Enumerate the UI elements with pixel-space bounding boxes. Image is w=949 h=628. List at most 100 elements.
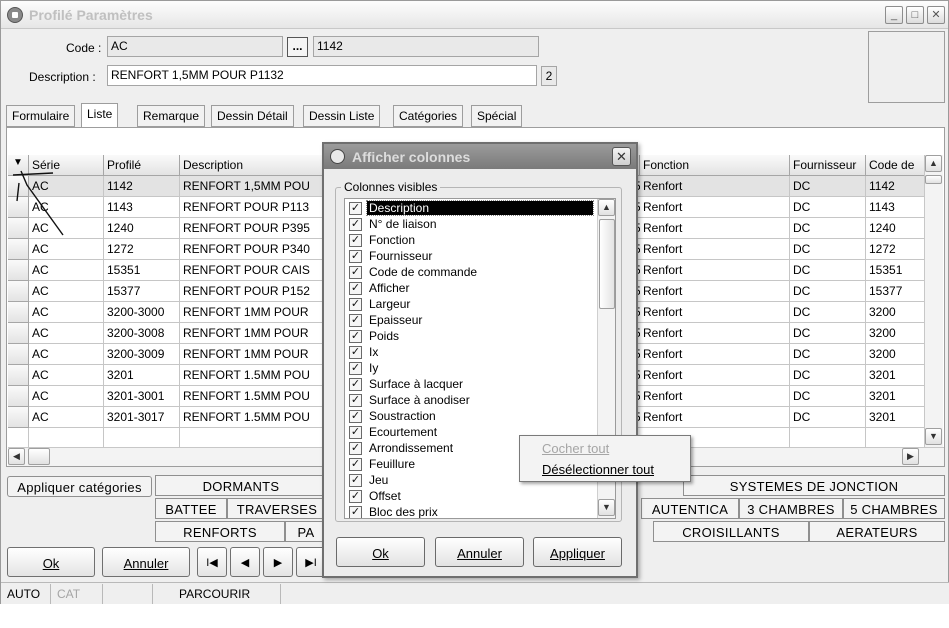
checkbox-icon[interactable]: ✓ bbox=[349, 330, 362, 343]
row-indicator[interactable] bbox=[8, 281, 29, 302]
tab-liste[interactable]: Liste bbox=[81, 103, 119, 128]
grid-cell-fournisseur[interactable]: DC bbox=[790, 365, 866, 386]
scroll-left-icon[interactable]: ◀ bbox=[8, 448, 25, 465]
scroll-right-icon[interactable]: ▶ bbox=[902, 448, 919, 465]
grid-empty-cell[interactable] bbox=[790, 428, 866, 447]
first-record-button[interactable]: I◀ bbox=[197, 547, 227, 577]
category-traverses[interactable]: TRAVERSES bbox=[227, 498, 327, 519]
close-button[interactable]: ✕ bbox=[927, 6, 945, 24]
grid-cell-profile[interactable]: 1142 bbox=[104, 176, 180, 197]
grid-cell-profile[interactable]: 3200-3009 bbox=[104, 344, 180, 365]
grid-cell-description[interactable]: RENFORT 1MM POUR bbox=[180, 302, 330, 323]
description-field[interactable]: RENFORT 1,5MM POUR P1132 bbox=[107, 65, 537, 86]
cancel-button[interactable]: Annuler bbox=[102, 547, 190, 577]
category-dormants[interactable]: DORMANTS bbox=[155, 475, 327, 496]
category-3-chambres[interactable]: 3 CHAMBRES bbox=[739, 498, 843, 519]
grid-empty-cell[interactable] bbox=[866, 428, 926, 447]
column-header-profile[interactable]: Profilé bbox=[104, 155, 180, 176]
scroll-up-icon[interactable]: ▲ bbox=[925, 155, 942, 172]
checkbox-icon[interactable]: ✓ bbox=[349, 282, 362, 295]
category-5-chambres[interactable]: 5 CHAMBRES bbox=[843, 498, 945, 519]
column-option[interactable]: ✓ Fournisseur bbox=[347, 249, 597, 265]
grid-cell-fournisseur[interactable]: DC bbox=[790, 260, 866, 281]
grid-cell-profile[interactable]: 3200-3000 bbox=[104, 302, 180, 323]
grid-cell-description[interactable]: RENFORT 1MM POUR bbox=[180, 344, 330, 365]
grid-cell-fonction[interactable]: Renfort bbox=[640, 260, 790, 281]
column-option[interactable]: ✓ Description bbox=[347, 200, 597, 217]
checkbox-icon[interactable]: ✓ bbox=[349, 426, 362, 439]
grid-cell-description[interactable]: RENFORT 1.5MM POU bbox=[180, 365, 330, 386]
column-option[interactable]: ✓ Fonction bbox=[347, 233, 597, 249]
tab-dessin-detail[interactable]: Dessin Détail bbox=[211, 105, 294, 127]
grid-cell-code[interactable]: 3200 bbox=[866, 302, 926, 323]
columns-scroll-down-icon[interactable]: ▼ bbox=[598, 499, 615, 516]
tab-special[interactable]: Spécial bbox=[471, 105, 523, 127]
grid-cell-fournisseur[interactable]: DC bbox=[790, 386, 866, 407]
column-option[interactable]: ✓ Afficher bbox=[347, 281, 597, 297]
checkbox-icon[interactable]: ✓ bbox=[349, 314, 362, 327]
grid-cell-serie[interactable]: AC bbox=[29, 344, 104, 365]
next-record-button[interactable]: ▶ bbox=[263, 547, 293, 577]
checkbox-icon[interactable]: ✓ bbox=[349, 410, 362, 423]
grid-cell-profile[interactable]: 3201-3001 bbox=[104, 386, 180, 407]
grid-cell-description[interactable]: RENFORT 1.5MM POU bbox=[180, 407, 330, 428]
checkbox-icon[interactable]: ✓ bbox=[349, 266, 362, 279]
grid-cell-profile[interactable]: 3201-3017 bbox=[104, 407, 180, 428]
code-secondary-field[interactable]: 1142 bbox=[313, 36, 539, 57]
row-indicator[interactable] bbox=[8, 407, 29, 428]
column-option[interactable]: ✓ Iy bbox=[347, 361, 597, 377]
grid-cell-fournisseur[interactable]: DC bbox=[790, 407, 866, 428]
grid-cell-code[interactable]: 1142 bbox=[866, 176, 926, 197]
grid-cell-profile[interactable]: 1240 bbox=[104, 218, 180, 239]
column-option[interactable]: ✓ Poids bbox=[347, 329, 597, 345]
grid-cell-profile[interactable]: 15377 bbox=[104, 281, 180, 302]
tab-formulaire[interactable]: Formulaire bbox=[6, 105, 76, 127]
tab-dessin-liste[interactable]: Dessin Liste bbox=[303, 105, 381, 127]
checkbox-icon[interactable]: ✓ bbox=[349, 378, 362, 391]
grid-cell-description[interactable]: RENFORT POUR P340 bbox=[180, 239, 330, 260]
tab-categories[interactable]: Catégories bbox=[393, 105, 464, 127]
grid-cell-code[interactable]: 1240 bbox=[866, 218, 926, 239]
grid-cell-profile[interactable]: 1143 bbox=[104, 197, 180, 218]
grid-cell-serie[interactable]: AC bbox=[29, 239, 104, 260]
grid-cell-serie[interactable]: AC bbox=[29, 365, 104, 386]
dialog-apply-button[interactable]: Appliquer bbox=[533, 537, 622, 567]
previous-record-button[interactable]: ◀ bbox=[230, 547, 260, 577]
scroll-down-icon[interactable]: ▼ bbox=[925, 428, 942, 445]
column-option[interactable]: ✓ Code de commande bbox=[347, 265, 597, 281]
grid-cell-code[interactable]: 3201 bbox=[866, 365, 926, 386]
ok-button[interactable]: Ok bbox=[7, 547, 95, 577]
dialog-ok-button[interactable]: Ok bbox=[336, 537, 425, 567]
row-indicator[interactable] bbox=[8, 260, 29, 281]
grid-cell-fournisseur[interactable]: DC bbox=[790, 218, 866, 239]
grid-empty-cell[interactable] bbox=[8, 428, 29, 447]
checkbox-icon[interactable]: ✓ bbox=[349, 346, 362, 359]
grid-cell-serie[interactable]: AC bbox=[29, 260, 104, 281]
grid-cell-fonction[interactable]: Renfort bbox=[640, 407, 790, 428]
column-option[interactable]: ✓ Ix bbox=[347, 345, 597, 361]
apply-categories-button[interactable]: Appliquer catégories bbox=[7, 476, 152, 497]
grid-cell-serie[interactable]: AC bbox=[29, 323, 104, 344]
menu-item-check-all[interactable]: Cocher tout bbox=[523, 438, 687, 458]
checkbox-icon[interactable]: ✓ bbox=[349, 298, 362, 311]
grid-cell-description[interactable]: RENFORT 1,5MM POU bbox=[180, 176, 330, 197]
grid-cell-code[interactable]: 3200 bbox=[866, 323, 926, 344]
column-option[interactable]: ✓ Surface à lacquer bbox=[347, 377, 597, 393]
grid-cell-fournisseur[interactable]: DC bbox=[790, 176, 866, 197]
grid-cell-fonction[interactable]: Renfort bbox=[640, 281, 790, 302]
code-field[interactable]: AC bbox=[107, 36, 283, 57]
grid-cell-profile[interactable]: 1272 bbox=[104, 239, 180, 260]
grid-cell-fournisseur[interactable]: DC bbox=[790, 197, 866, 218]
grid-empty-cell[interactable] bbox=[104, 428, 180, 447]
checkbox-icon[interactable]: ✓ bbox=[349, 362, 362, 375]
horizontal-scroll-thumb[interactable] bbox=[28, 448, 50, 465]
grid-cell-fournisseur[interactable]: DC bbox=[790, 281, 866, 302]
grid-cell-description[interactable]: RENFORT POUR P152 bbox=[180, 281, 330, 302]
checkbox-icon[interactable]: ✓ bbox=[349, 202, 362, 215]
category-pa[interactable]: PA bbox=[285, 521, 327, 542]
grid-cell-code[interactable]: 3201 bbox=[866, 407, 926, 428]
checkbox-icon[interactable]: ✓ bbox=[349, 506, 362, 518]
grid-cell-description[interactable]: RENFORT 1MM POUR bbox=[180, 323, 330, 344]
category-aerateurs[interactable]: AERATEURS bbox=[809, 521, 945, 542]
columns-scroll-up-icon[interactable]: ▲ bbox=[598, 199, 615, 216]
